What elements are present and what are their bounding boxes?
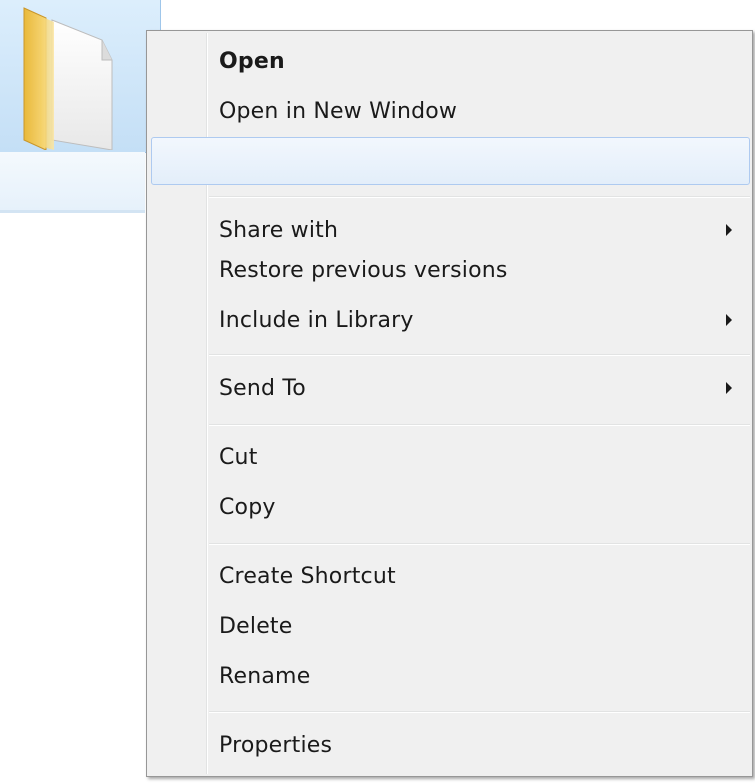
selected-folder[interactable]	[0, 0, 161, 153]
menu-item-label: Send To	[219, 375, 306, 401]
context-menu: Open Open in New Window Share with Resto…	[146, 30, 753, 777]
menu-separator	[209, 711, 750, 713]
menu-item-copy[interactable]: Copy	[149, 486, 750, 528]
menu-item-include-in-library[interactable]: Include in Library	[149, 299, 750, 341]
menu-item-label: Create Shortcut	[219, 563, 396, 589]
menu-item-label: Share with	[219, 217, 339, 243]
menu-item-label: Restore previous versions	[219, 257, 508, 283]
menu-item-share-with[interactable]: Share with	[149, 209, 750, 251]
menu-item-open-in-new-window[interactable]: Open in New Window	[149, 90, 750, 132]
menu-item-label: Properties	[219, 732, 333, 758]
folder-icon[interactable]	[14, 0, 124, 150]
desktop-area: Open Open in New Window Share with Resto…	[0, 0, 755, 783]
submenu-arrow-icon	[726, 314, 732, 326]
menu-item-label: Rename	[219, 663, 311, 689]
menu-item-create-shortcut[interactable]: Create Shortcut	[149, 555, 750, 597]
menu-item-label: Copy	[219, 494, 276, 520]
menu-item-highlighted[interactable]	[151, 137, 750, 185]
menu-item-rename[interactable]: Rename	[149, 655, 750, 697]
menu-separator	[209, 354, 750, 356]
submenu-arrow-icon	[726, 382, 732, 394]
menu-separator	[209, 196, 750, 198]
menu-item-properties[interactable]: Properties	[149, 724, 750, 766]
menu-item-delete[interactable]: Delete	[149, 605, 750, 647]
menu-item-label: Open in New Window	[219, 98, 458, 124]
menu-item-label: Include in Library	[219, 307, 414, 333]
menu-item-cut[interactable]: Cut	[149, 436, 750, 478]
folder-label-area	[0, 152, 145, 213]
menu-item-label: Open	[219, 48, 285, 74]
menu-item-open[interactable]: Open	[149, 40, 750, 82]
menu-item-label: Delete	[219, 613, 293, 639]
menu-item-restore-previous-versions[interactable]: Restore previous versions	[149, 249, 750, 291]
menu-separator	[209, 424, 750, 426]
menu-separator	[209, 543, 750, 545]
submenu-arrow-icon	[726, 224, 732, 236]
menu-item-label: Cut	[219, 444, 258, 470]
menu-item-send-to[interactable]: Send To	[149, 367, 750, 409]
